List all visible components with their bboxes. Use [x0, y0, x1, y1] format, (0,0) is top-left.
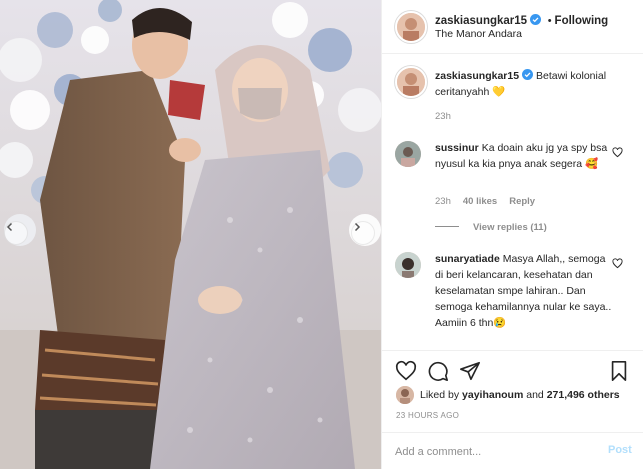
comment-meta: 23h 40 likes Reply [435, 196, 535, 207]
avatar-image [395, 252, 421, 278]
caption-username[interactable]: zaskiasungkar15 [435, 70, 519, 82]
comment-time: 23h [435, 196, 451, 207]
author-avatar[interactable] [395, 11, 427, 43]
comment-username[interactable]: sussinur [435, 142, 479, 154]
post-caption: zaskiasungkar15 Betawi kolonial ceritany… [435, 68, 631, 100]
share-icon[interactable] [459, 360, 481, 382]
previous-photo-button[interactable] [4, 221, 28, 245]
comment-icon[interactable] [427, 360, 449, 382]
comment-username[interactable]: sunaryatiade [435, 253, 500, 265]
view-replies-button[interactable]: View replies (11) [435, 222, 547, 233]
header-username-row: zaskiasungkar15 • Following [435, 12, 608, 27]
heart-icon[interactable] [395, 360, 417, 382]
liked-by-conj: and [526, 389, 544, 401]
avatar-image [397, 68, 425, 96]
photo-illustration [0, 0, 381, 469]
follow-separator: • [547, 15, 552, 27]
post-header: zaskiasungkar15 • Following The Manor And… [382, 0, 643, 54]
following-button[interactable]: Following [555, 15, 609, 27]
avatar-image [397, 13, 425, 41]
post-actions: Liked by yayihanoum and 271,496 others 2… [382, 350, 643, 432]
post-photo[interactable] [0, 0, 381, 469]
caption-author-avatar[interactable] [395, 66, 427, 98]
liker-avatar[interactable] [396, 386, 414, 404]
instagram-post-modal: zaskiasungkar15 • Following The Manor And… [0, 0, 643, 469]
add-comment-bar: Post [382, 432, 643, 469]
comment-item: sussinur Ka doain aku jg ya spy bsa nyus… [435, 140, 615, 172]
chevron-right-icon [354, 222, 361, 232]
heart-icon[interactable] [612, 258, 623, 269]
post-comment-button[interactable]: Post [608, 444, 632, 456]
view-replies-label: View replies (11) [473, 222, 547, 233]
post-side-panel: zaskiasungkar15 • Following The Manor And… [381, 0, 643, 469]
post-timestamp[interactable]: 23 HOURS AGO [396, 411, 459, 420]
avatar-image [396, 386, 414, 404]
liked-by-prefix: Liked by [420, 389, 460, 401]
comments-section[interactable]: zaskiasungkar15 Betawi kolonial ceritany… [382, 54, 643, 350]
yellow-heart-emoji: 💛 [492, 86, 506, 98]
commenter-avatar[interactable] [395, 252, 421, 278]
commenter-avatar[interactable] [395, 141, 421, 167]
liked-by-text: Liked by yayihanoum and 271,496 others [420, 389, 620, 401]
next-photo-button[interactable] [351, 221, 375, 245]
caption-time: 23h [435, 111, 451, 122]
comment-item: sunaryatiade Masya Allah,, semoga di ber… [435, 251, 613, 331]
post-location[interactable]: The Manor Andara [435, 28, 522, 40]
author-username[interactable]: zaskiasungkar15 [435, 15, 527, 27]
verified-badge-icon [522, 69, 534, 80]
comment-likes[interactable]: 40 likes [463, 196, 497, 207]
heart-icon[interactable] [612, 147, 623, 158]
liked-by-count[interactable]: 271,496 others [547, 389, 620, 401]
view-replies-line [435, 226, 459, 227]
avatar-image [395, 141, 421, 167]
liked-by-user[interactable]: yayihanoum [462, 389, 523, 401]
bookmark-icon[interactable] [608, 360, 630, 382]
chevron-left-icon [6, 222, 13, 232]
verified-badge-icon [530, 14, 542, 25]
reply-button[interactable]: Reply [509, 196, 535, 207]
comment-input[interactable] [395, 443, 585, 461]
